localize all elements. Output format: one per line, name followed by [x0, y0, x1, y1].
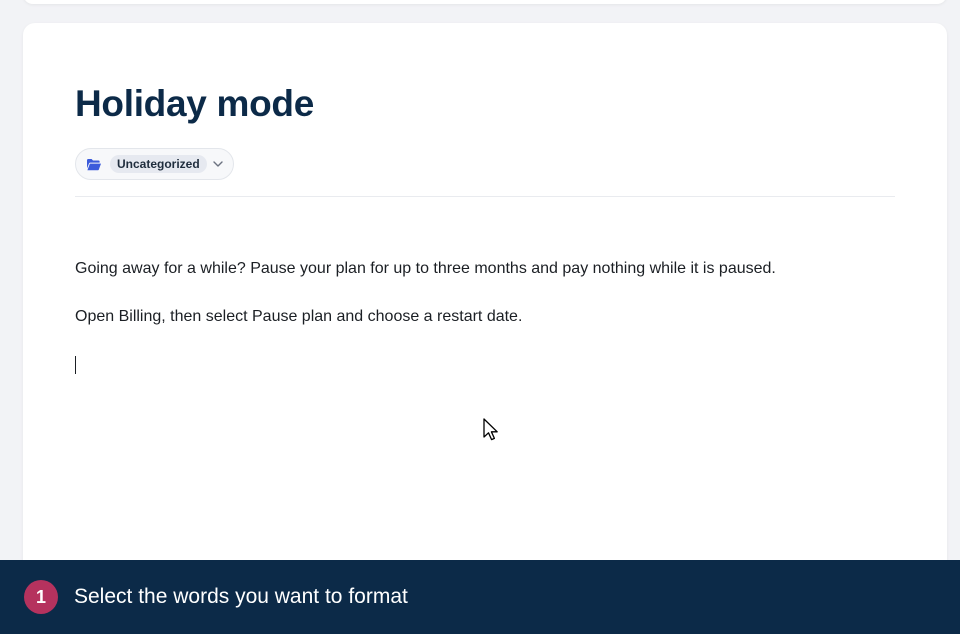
mouse-pointer-icon — [483, 418, 498, 441]
article-title[interactable]: Holiday mode — [75, 83, 314, 125]
tip-instruction: Select the words you want to format — [74, 585, 408, 608]
category-label: Uncategorized — [110, 155, 207, 173]
tutorial-tip-bar: 1 Select the words you want to format — [0, 560, 960, 634]
folder-open-icon — [86, 157, 102, 171]
title-divider — [75, 196, 895, 197]
body-paragraph[interactable]: Open Billing, then select Pause plan and… — [75, 308, 522, 326]
text-caret — [75, 356, 76, 374]
previous-card-edge — [23, 0, 947, 4]
step-number-badge: 1 — [24, 580, 58, 614]
chevron-down-icon — [212, 161, 223, 167]
category-dropdown[interactable]: Uncategorized — [75, 148, 234, 180]
body-paragraph[interactable]: Going away for a while? Pause your plan … — [75, 260, 776, 278]
article-editor-card: Holiday mode Uncategorized Going away fo… — [23, 23, 947, 623]
